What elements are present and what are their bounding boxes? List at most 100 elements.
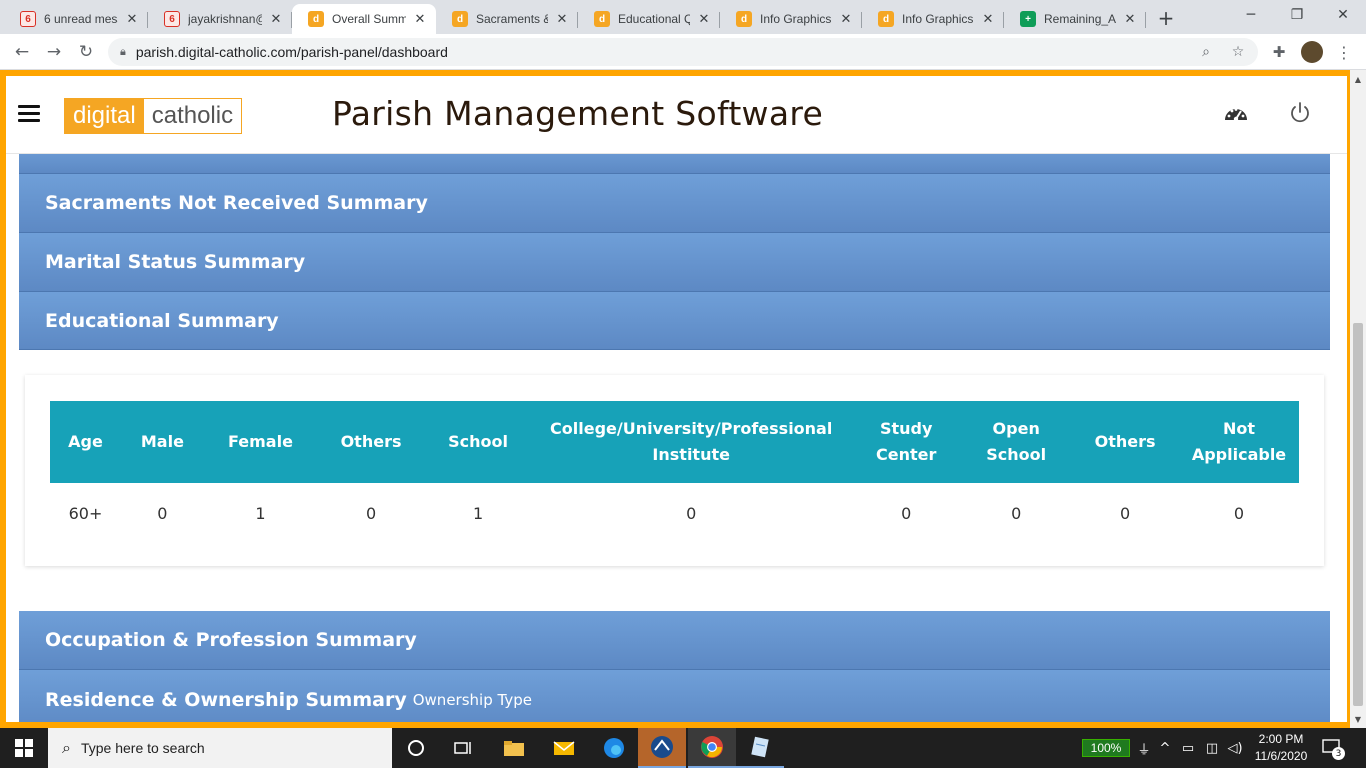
taskbar-search-box[interactable]: ⌕ Type here to search — [48, 728, 392, 768]
forward-button[interactable]: → — [42, 40, 66, 64]
tab-title: Educational Qu — [618, 12, 690, 26]
browser-tab[interactable]: d Educational Qu ✕ — [578, 4, 720, 34]
digital-catholic-icon: d — [736, 11, 752, 27]
close-icon[interactable]: ✕ — [696, 11, 712, 27]
page-title: Parish Management Software — [332, 94, 824, 133]
browser-tab[interactable]: 6 6 unread mess ✕ — [4, 4, 148, 34]
tab-title: Sacraments & — [476, 12, 548, 26]
column-header: Female — [227, 432, 293, 451]
digital-catholic-icon: d — [878, 11, 894, 27]
table-cell: 60+ — [68, 503, 103, 523]
close-window-button[interactable]: ✕ — [1320, 0, 1366, 30]
scroll-down-arrow-icon[interactable]: ▼ — [1350, 712, 1366, 726]
chevron-up-icon[interactable]: ^ — [1157, 738, 1173, 758]
power-icon[interactable] — [1285, 98, 1315, 128]
power-plug-icon[interactable]: ⏚ — [1135, 738, 1153, 758]
search-placeholder: Type here to search — [80, 740, 205, 756]
panel-title: Residence & Ownership Summary — [45, 688, 407, 711]
volume-icon[interactable]: ◁) — [1226, 738, 1244, 758]
digital-catholic-logo[interactable]: digital catholic — [64, 98, 243, 134]
gmail-icon: 6 — [20, 11, 36, 27]
table-header-row: Age Male Female Others School College/Un… — [50, 401, 1299, 483]
battery-percentage: 100% — [1090, 741, 1122, 755]
file-explorer-icon[interactable] — [490, 728, 538, 768]
close-icon[interactable]: ✕ — [124, 11, 140, 27]
digital-catholic-icon: d — [594, 11, 610, 27]
restore-button[interactable]: ❐ — [1274, 0, 1320, 30]
notepad-app-icon[interactable] — [736, 728, 784, 768]
battery-indicator[interactable]: 100% — [1082, 739, 1130, 757]
page-scrollbar[interactable]: ▲ ▼ — [1350, 70, 1366, 728]
task-view-icon[interactable] — [440, 728, 488, 768]
address-bar[interactable]: 🔒︎ parish.digital-catholic.com/parish-pa… — [108, 38, 1258, 66]
column-header: College/University/Professional Institut… — [550, 419, 833, 464]
panel-residence-ownership[interactable]: Residence & Ownership Summary Ownership … — [19, 670, 1330, 722]
panel-educational-summary[interactable]: Educational Summary — [19, 292, 1330, 350]
vpn-app-icon[interactable] — [638, 728, 686, 768]
cortana-icon[interactable] — [392, 728, 440, 768]
browser-tab[interactable]: d Info Graphics - ✕ — [720, 4, 862, 34]
notifications-icon[interactable]: 3 — [1322, 738, 1346, 760]
panel-sacraments-not-received[interactable]: Sacraments Not Received Summary — [19, 174, 1330, 233]
browser-toolbar: ← → ↻ 🔒︎ parish.digital-catholic.com/par… — [0, 34, 1366, 70]
table-cell: 0 — [686, 503, 697, 523]
hamburger-menu-icon[interactable] — [18, 105, 40, 123]
tab-title: Info Graphics - — [760, 12, 832, 26]
search-icon: ⌕ — [62, 738, 71, 757]
close-icon[interactable]: ✕ — [554, 11, 570, 27]
digital-catholic-icon: d — [452, 11, 468, 27]
table-cell: 0 — [1233, 503, 1245, 523]
lock-icon[interactable]: 🔒︎ — [120, 45, 126, 59]
browser-tab-active[interactable]: d Overall Summ ✕ — [292, 4, 436, 34]
panel-marital-status[interactable]: Marital Status Summary — [19, 233, 1330, 292]
dashboard-gauge-icon[interactable] — [1221, 98, 1251, 128]
scroll-up-arrow-icon[interactable]: ▲ — [1350, 72, 1366, 86]
mail-app-icon[interactable] — [540, 728, 588, 768]
network-icon[interactable]: ◫ — [1203, 738, 1221, 758]
browser-menu-icon[interactable]: ⋮ — [1334, 40, 1354, 64]
windows-start-button[interactable] — [0, 728, 48, 768]
reload-button[interactable]: ↻ — [74, 40, 98, 64]
dashboard-page: digital catholic Parish Management Softw… — [6, 76, 1347, 722]
close-icon[interactable]: ✕ — [980, 11, 996, 27]
notification-count-badge: 3 — [1332, 747, 1345, 760]
minimize-button[interactable]: ─ — [1228, 0, 1274, 30]
browser-tab-strip: 6 6 unread mess ✕ 6 jayakrishnan@ ✕ d Ov… — [0, 0, 1366, 34]
browser-tab[interactable]: d Sacraments & ✕ — [436, 4, 578, 34]
close-icon[interactable]: ✕ — [1122, 11, 1138, 27]
panel-subtitle: Ownership Type — [412, 690, 532, 709]
back-button[interactable]: ← — [10, 40, 34, 64]
column-header: Others — [340, 432, 402, 451]
gmail-icon: 6 — [164, 11, 180, 27]
battery-icon[interactable]: ▭ — [1179, 738, 1197, 758]
browser-tab[interactable]: 6 jayakrishnan@ ✕ — [148, 4, 292, 34]
column-header: Study Center — [876, 419, 937, 464]
browser-tab[interactable]: d Info Graphics - ✕ — [862, 4, 1004, 34]
new-tab-button[interactable]: + — [1154, 6, 1178, 30]
windows-logo-icon — [15, 739, 33, 757]
zoom-icon[interactable]: ⌕ — [1196, 42, 1216, 62]
extensions-icon[interactable]: ✚ — [1269, 42, 1289, 62]
scrollbar-thumb[interactable] — [1353, 323, 1363, 706]
system-clock[interactable]: 2:00 PM 11/6/2020 — [1248, 731, 1314, 765]
tab-title: Overall Summ — [332, 12, 406, 26]
digital-catholic-icon: d — [308, 11, 324, 27]
app-header: digital catholic Parish Management Softw… — [6, 76, 1347, 154]
profile-avatar[interactable] — [1301, 41, 1323, 63]
table-cell: 0 — [1120, 503, 1131, 523]
browser-tab[interactable]: + Remaining_AC ✕ — [1004, 4, 1146, 34]
column-header: Male — [140, 432, 184, 451]
tab-title: 6 unread mess — [44, 12, 118, 26]
column-header: Age — [68, 432, 103, 451]
url-text: parish.digital-catholic.com/parish-panel… — [135, 44, 448, 60]
panel-occupation-profession[interactable]: Occupation & Profession Summary — [19, 611, 1330, 670]
close-icon[interactable]: ✕ — [268, 11, 284, 27]
logo-text-right: catholic — [143, 99, 242, 133]
column-header: School — [448, 432, 508, 451]
chrome-icon[interactable] — [688, 728, 736, 768]
close-icon[interactable]: ✕ — [412, 11, 428, 27]
table-cell: 1 — [472, 503, 484, 523]
close-icon[interactable]: ✕ — [838, 11, 854, 27]
edge-browser-icon[interactable] — [590, 728, 638, 768]
bookmark-star-icon[interactable]: ☆ — [1228, 42, 1248, 62]
